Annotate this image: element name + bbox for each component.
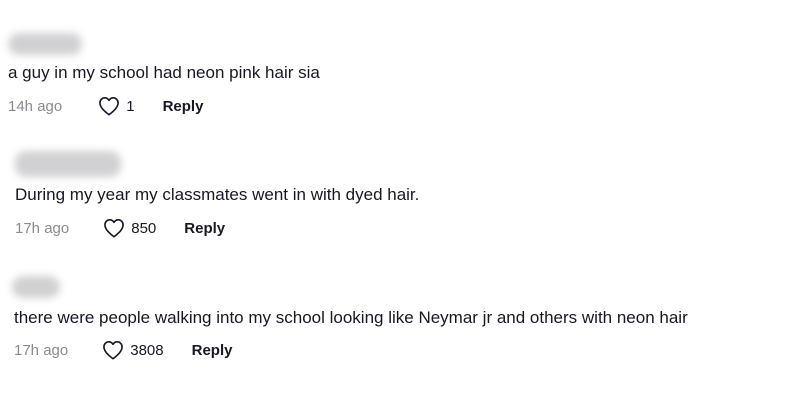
heart-outline-icon — [99, 97, 120, 116]
heart-outline-icon — [104, 219, 125, 238]
comment-time: 17h ago — [14, 341, 69, 359]
reply-button[interactable]: Reply — [163, 98, 204, 115]
like-count: 3808 — [130, 341, 164, 359]
comment-time: 17h ago — [15, 219, 70, 237]
reply-button[interactable]: Reply — [184, 220, 225, 237]
like-button[interactable]: 3808 — [102, 340, 164, 360]
like-count: 850 — [131, 219, 157, 237]
reply-button[interactable]: Reply — [192, 342, 233, 359]
like-button[interactable]: 1 — [98, 96, 135, 116]
heart-outline-icon — [103, 341, 124, 360]
username-redacted — [8, 33, 82, 55]
comment-time: 14h ago — [8, 97, 63, 115]
comment-meta: 14h ago 1 Reply — [8, 95, 203, 117]
comment-text: During my year my classmates went in wit… — [15, 185, 420, 204]
comment-meta: 17h ago 3808 Reply — [14, 339, 232, 361]
like-count: 1 — [126, 97, 135, 115]
comment-text: a guy in my school had neon pink hair si… — [8, 63, 320, 82]
username-redacted — [15, 151, 121, 177]
comment-text: there were people walking into my school… — [14, 308, 688, 327]
like-button[interactable]: 850 — [103, 218, 156, 238]
username-redacted — [12, 276, 60, 298]
comment-meta: 17h ago 850 Reply — [15, 217, 225, 239]
